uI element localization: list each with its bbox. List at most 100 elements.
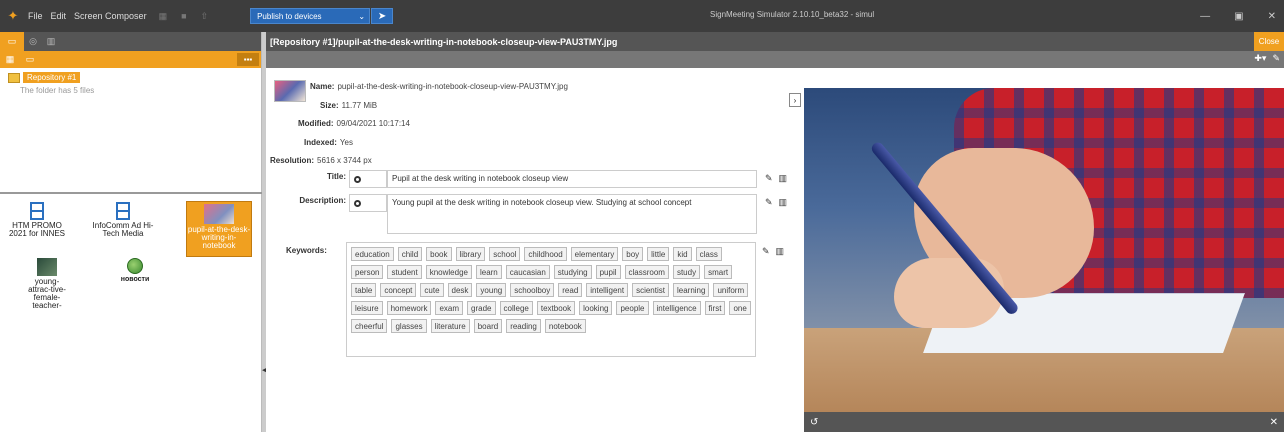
repository-node[interactable]: Repository #1	[8, 72, 261, 83]
keyword-chip[interactable]: college	[499, 301, 533, 315]
upload-icon[interactable]: ⇧	[201, 11, 209, 22]
keyword-chip[interactable]: little	[647, 247, 670, 261]
keywords-box[interactable]: education child book library school childhood…	[346, 242, 756, 357]
publish-go-button[interactable]: ➤	[371, 8, 394, 24]
keyword-chip[interactable]: cheerful	[351, 319, 388, 333]
menu-screen-composer[interactable]: Screen Composer	[70, 11, 151, 21]
title-bar: ✦ File Edit Screen Composer ▦ ■ ⇧ Publis…	[0, 0, 1284, 32]
keyword-chip[interactable]: young	[476, 283, 507, 297]
keyword-chip[interactable]: book	[426, 247, 452, 261]
keyword-chip[interactable]: homework	[386, 301, 432, 315]
close-button[interactable]: Close	[1254, 32, 1284, 51]
grid-view-button[interactable]: ▦	[0, 51, 20, 68]
keyword-chip[interactable]: knowledge	[425, 265, 472, 279]
trash-icon[interactable]: ▥	[779, 173, 788, 184]
keyword-chip[interactable]: boy	[622, 247, 644, 261]
keyword-chip[interactable]: literature	[430, 319, 470, 333]
keyword-chip[interactable]: cute	[420, 283, 444, 297]
keyword-chip[interactable]: board	[473, 319, 503, 333]
target-icon: ◎	[29, 36, 37, 46]
repository-tool-button[interactable]: ▭	[0, 32, 24, 51]
more-options-button[interactable]: ▪▪▪	[237, 53, 259, 66]
keyword-chip[interactable]: learn	[475, 265, 502, 279]
keyword-chip[interactable]: pupil	[595, 265, 621, 279]
save-icon[interactable]: ■	[181, 11, 186, 21]
menu-file[interactable]: File	[24, 11, 47, 21]
minimize-icon[interactable]: —	[1200, 11, 1210, 22]
keyword-chip[interactable]: elementary	[570, 247, 619, 261]
edit-icon[interactable]: ✎	[1272, 53, 1280, 64]
chevron-down-icon: ⌄	[358, 11, 366, 21]
keyword-chip[interactable]: intelligence	[652, 301, 701, 315]
keyword-chip[interactable]: desk	[447, 283, 473, 297]
folder-info: The folder has 5 files	[20, 86, 95, 95]
keyword-chip[interactable]: library	[455, 247, 486, 261]
keyword-chip[interactable]: leisure	[351, 301, 383, 315]
keyword-chip[interactable]: concept	[380, 283, 417, 297]
keyword-chip[interactable]: education	[351, 247, 394, 261]
keyword-chip[interactable]: reading	[506, 319, 541, 333]
file-item[interactable]: InfoComm Ad Hi-Tech Media	[90, 202, 156, 238]
rotate-icon[interactable]: ↺	[810, 417, 818, 428]
keyword-chip[interactable]: first	[704, 301, 726, 315]
keyword-chip[interactable]: notebook	[544, 319, 586, 333]
file-item-selected[interactable]: pupil-at-the-desk-writing-in-notebook	[186, 201, 252, 257]
pencil-icon[interactable]: ✎	[765, 173, 773, 184]
keyword-chip[interactable]: glasses	[391, 319, 427, 333]
file-label: young-attrac-tive-female-teacher-	[28, 277, 66, 310]
publish-select[interactable]: Publish to devices ⌄	[250, 8, 371, 24]
expand-arrow-button[interactable]: ›	[789, 93, 801, 107]
prop-label: Name:	[310, 82, 335, 91]
file-item[interactable]: HTM PROMO 2021 for INNES	[4, 202, 70, 238]
keyword-chip[interactable]: scientist	[632, 283, 669, 297]
keyword-chip[interactable]: student	[387, 265, 422, 279]
keyword-chip[interactable]: class	[695, 247, 722, 261]
keyword-chip[interactable]: grade	[467, 301, 496, 315]
grid-icon[interactable]: ▦	[159, 11, 168, 22]
menu-edit[interactable]: Edit	[47, 11, 71, 21]
file-details: Name: pupil-at-the-desk-writing-in-noteb…	[266, 68, 802, 432]
keyword-chip[interactable]: one	[729, 301, 751, 315]
title-input[interactable]: Pupil at the desk writing in notebook cl…	[387, 170, 757, 188]
close-window-icon[interactable]: ✕	[1268, 11, 1276, 22]
pencil-icon[interactable]: ✎	[765, 197, 773, 208]
trash-icon[interactable]: ▥	[779, 197, 788, 208]
trash-tool-button[interactable]: ▥	[42, 32, 60, 51]
playlist-tool-button[interactable]: ◎	[24, 32, 42, 51]
language-toggle[interactable]	[349, 194, 387, 212]
keyword-chip[interactable]: child	[397, 247, 423, 261]
keyword-chip[interactable]: people	[616, 301, 649, 315]
keyword-chip[interactable]: school	[489, 247, 521, 261]
file-item[interactable]: young-attrac-tive-female-teacher-	[14, 258, 80, 310]
pencil-icon[interactable]: ✎	[762, 246, 770, 257]
fullscreen-icon[interactable]: ✕	[1270, 417, 1278, 428]
keyword-chip[interactable]: schoolboy	[510, 283, 555, 297]
keyword-chip[interactable]: textbook	[536, 301, 576, 315]
description-textarea[interactable]: Young pupil at the desk writing in noteb…	[387, 194, 757, 234]
radio-icon	[354, 175, 361, 183]
keyword-chip[interactable]: uniform	[713, 283, 749, 297]
panel-divider[interactable]	[0, 192, 262, 194]
keyword-chip[interactable]: intelligent	[586, 283, 629, 297]
keyword-chip[interactable]: learning	[672, 283, 710, 297]
keyword-chip[interactable]: kid	[673, 247, 692, 261]
keyword-chip[interactable]: table	[351, 283, 377, 297]
keyword-chip[interactable]: smart	[704, 265, 733, 279]
keyword-chip[interactable]: exam	[435, 301, 464, 315]
keyword-chip[interactable]: read	[558, 283, 583, 297]
left-toolbar: ▭ ◎ ▥	[0, 32, 261, 51]
add-icon[interactable]: ✚▾	[1254, 53, 1266, 64]
keyword-chip[interactable]: childhood	[524, 247, 567, 261]
maximize-icon[interactable]: ▣	[1234, 11, 1243, 22]
keyword-chip[interactable]: looking	[579, 301, 613, 315]
file-item[interactable]: новости	[102, 258, 168, 284]
language-toggle[interactable]	[349, 170, 387, 188]
trash-icon[interactable]: ▥	[776, 246, 785, 257]
keyword-chip[interactable]: study	[672, 265, 701, 279]
keyword-chip[interactable]: caucasian	[505, 265, 550, 279]
keyword-chip[interactable]: person	[351, 265, 384, 279]
keyword-chip[interactable]: studying	[553, 265, 592, 279]
folder-view-button[interactable]: ▭	[20, 51, 40, 68]
keyword-chip[interactable]: classroom	[624, 265, 669, 279]
video-icon	[116, 202, 130, 220]
